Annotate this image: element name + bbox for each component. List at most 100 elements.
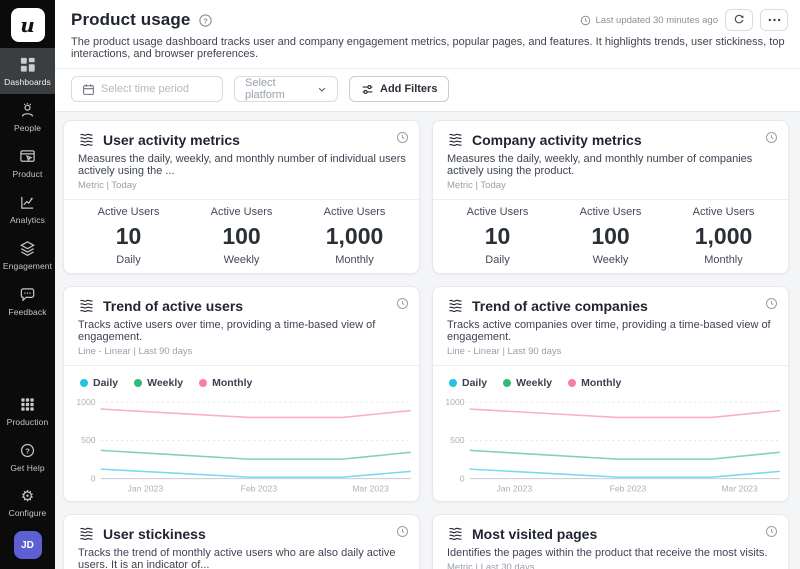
platform-select[interactable]: Select platform — [234, 76, 338, 102]
engagement-icon — [19, 240, 36, 257]
add-filters-label: Add Filters — [380, 83, 437, 95]
legend-dot-daily — [449, 379, 457, 387]
svg-text:500: 500 — [81, 436, 96, 446]
legend-dot-weekly — [503, 379, 511, 387]
clock-icon[interactable] — [396, 131, 409, 144]
metric-weekly: Active Users 100 Weekly — [211, 206, 273, 266]
sidebar-item-people[interactable]: People — [0, 94, 55, 140]
svg-text:1000: 1000 — [445, 397, 465, 407]
sidebar-item-production[interactable]: Production — [0, 388, 55, 434]
card-description: Measures the daily, weekly, and monthly … — [78, 153, 407, 177]
sidebar-item-feedback[interactable]: Feedback — [0, 278, 55, 324]
legend-item-monthly[interactable]: Monthly — [199, 377, 252, 389]
dashboard-grid: User activity metrics Measures the daily… — [55, 112, 800, 569]
card-header: Company activity metrics Measures the da… — [433, 121, 788, 200]
card-title: Most visited pages — [472, 526, 597, 542]
sidebar-item-label: Analytics — [10, 215, 45, 225]
legend-label: Daily — [462, 377, 487, 389]
clock-icon[interactable] — [765, 525, 778, 538]
metric-waves-icon — [447, 297, 464, 314]
sidebar-item-analytics[interactable]: Analytics — [0, 186, 55, 232]
card-trend-active-users: Trend of active users Tracks active user… — [63, 286, 420, 502]
clock-icon — [580, 15, 591, 26]
legend-dot-daily — [80, 379, 88, 387]
legend-dot-monthly — [199, 379, 207, 387]
metric-value: 100 — [211, 223, 273, 250]
product-icon — [19, 148, 36, 165]
user-avatar[interactable]: JD — [14, 531, 42, 559]
metric-period: Monthly — [693, 254, 755, 266]
svg-text:Feb 2023: Feb 2023 — [241, 484, 278, 494]
metric-period: Daily — [467, 254, 529, 266]
metric-daily: Active Users 10 Daily — [98, 206, 160, 266]
last-updated: Last updated 30 minutes ago — [580, 15, 718, 26]
sidebar-item-label: Feedback — [8, 307, 46, 317]
card-header: User activity metrics Measures the daily… — [64, 121, 419, 200]
legend-label: Weekly — [147, 377, 183, 389]
metric-period: Monthly — [324, 254, 386, 266]
metric-waves-icon — [78, 525, 95, 542]
title-help-icon[interactable]: ? — [198, 13, 213, 28]
main-area: Product usage ? The product usage dashbo… — [55, 0, 800, 569]
production-grid-icon — [19, 396, 36, 413]
last-updated-text: Last updated 30 minutes ago — [595, 15, 718, 26]
metric-period: Weekly — [580, 254, 642, 266]
legend-item-weekly[interactable]: Weekly — [134, 377, 183, 389]
card-title: User activity metrics — [103, 132, 240, 148]
card-meta: Metric | Last 30 days — [447, 562, 776, 569]
chart-legend: Daily Weekly Monthly — [64, 366, 419, 389]
add-filters-button[interactable]: Add Filters — [349, 76, 449, 102]
card-most-visited-pages: Most visited pages Identifies the pages … — [432, 514, 789, 569]
card-title: Company activity metrics — [472, 132, 642, 148]
sidebar-item-label: Dashboards — [4, 77, 51, 87]
userpilot-logo[interactable]: u — [11, 8, 45, 42]
page-subtitle: The product usage dashboard tracks user … — [71, 36, 786, 60]
sidebar-item-configure[interactable]: ⚙ Configure — [0, 480, 55, 525]
metric-waves-icon — [447, 131, 464, 148]
clock-icon[interactable] — [396, 297, 409, 310]
sidebar-item-dashboards[interactable]: Dashboards — [0, 48, 55, 94]
svg-text:Mar 2023: Mar 2023 — [352, 484, 389, 494]
svg-text:Mar 2023: Mar 2023 — [721, 484, 758, 494]
legend-item-monthly[interactable]: Monthly — [568, 377, 621, 389]
page-header: Product usage ? The product usage dashbo… — [55, 0, 800, 69]
svg-text:?: ? — [204, 16, 209, 25]
sidebar-item-get-help[interactable]: ? Get Help — [0, 434, 55, 480]
calendar-icon — [82, 83, 95, 96]
legend-dot-weekly — [134, 379, 142, 387]
metric-value: 1,000 — [324, 223, 386, 250]
refresh-button[interactable] — [725, 9, 753, 31]
metric-label: Active Users — [693, 206, 755, 218]
people-icon — [19, 102, 36, 119]
sidebar-item-engagement[interactable]: Engagement — [0, 232, 55, 278]
legend-item-daily[interactable]: Daily — [80, 377, 118, 389]
metric-value: 10 — [467, 223, 529, 250]
card-user-activity-metrics: User activity metrics Measures the daily… — [63, 120, 420, 274]
legend-item-weekly[interactable]: Weekly — [503, 377, 552, 389]
card-meta: Line - Linear | Last 90 days — [78, 346, 407, 357]
card-meta: Metric | Today — [447, 180, 776, 191]
app-window: u Dashboards People Pr — [0, 0, 800, 569]
refresh-icon — [733, 14, 745, 26]
page-title: Product usage — [71, 10, 190, 30]
filter-bar: Select time period Select platform Add F… — [55, 69, 800, 112]
sidebar-item-label: Engagement — [3, 261, 52, 271]
sidebar-item-product[interactable]: Product — [0, 140, 55, 186]
line-chart-active-companies[interactable]: 05001000Jan 2023Feb 2023Mar 2023 — [433, 391, 788, 501]
metric-waves-icon — [78, 297, 95, 314]
time-period-input[interactable]: Select time period — [71, 76, 223, 102]
card-meta: Line - Linear | Last 90 days — [447, 346, 776, 357]
legend-item-daily[interactable]: Daily — [449, 377, 487, 389]
time-period-placeholder: Select time period — [101, 83, 189, 95]
help-circle-icon: ? — [19, 442, 36, 459]
sidebar-item-label: People — [14, 123, 41, 133]
svg-text:?: ? — [25, 446, 30, 455]
metric-value: 100 — [580, 223, 642, 250]
line-chart-active-users[interactable]: 05001000Jan 2023Feb 2023Mar 2023 — [64, 391, 419, 501]
clock-icon[interactable] — [765, 297, 778, 310]
clock-icon[interactable] — [396, 525, 409, 538]
sidebar-item-label: Get Help — [10, 463, 44, 473]
metric-monthly: Active Users 1,000 Monthly — [324, 206, 386, 266]
clock-icon[interactable] — [765, 131, 778, 144]
more-menu-button[interactable] — [760, 9, 788, 31]
